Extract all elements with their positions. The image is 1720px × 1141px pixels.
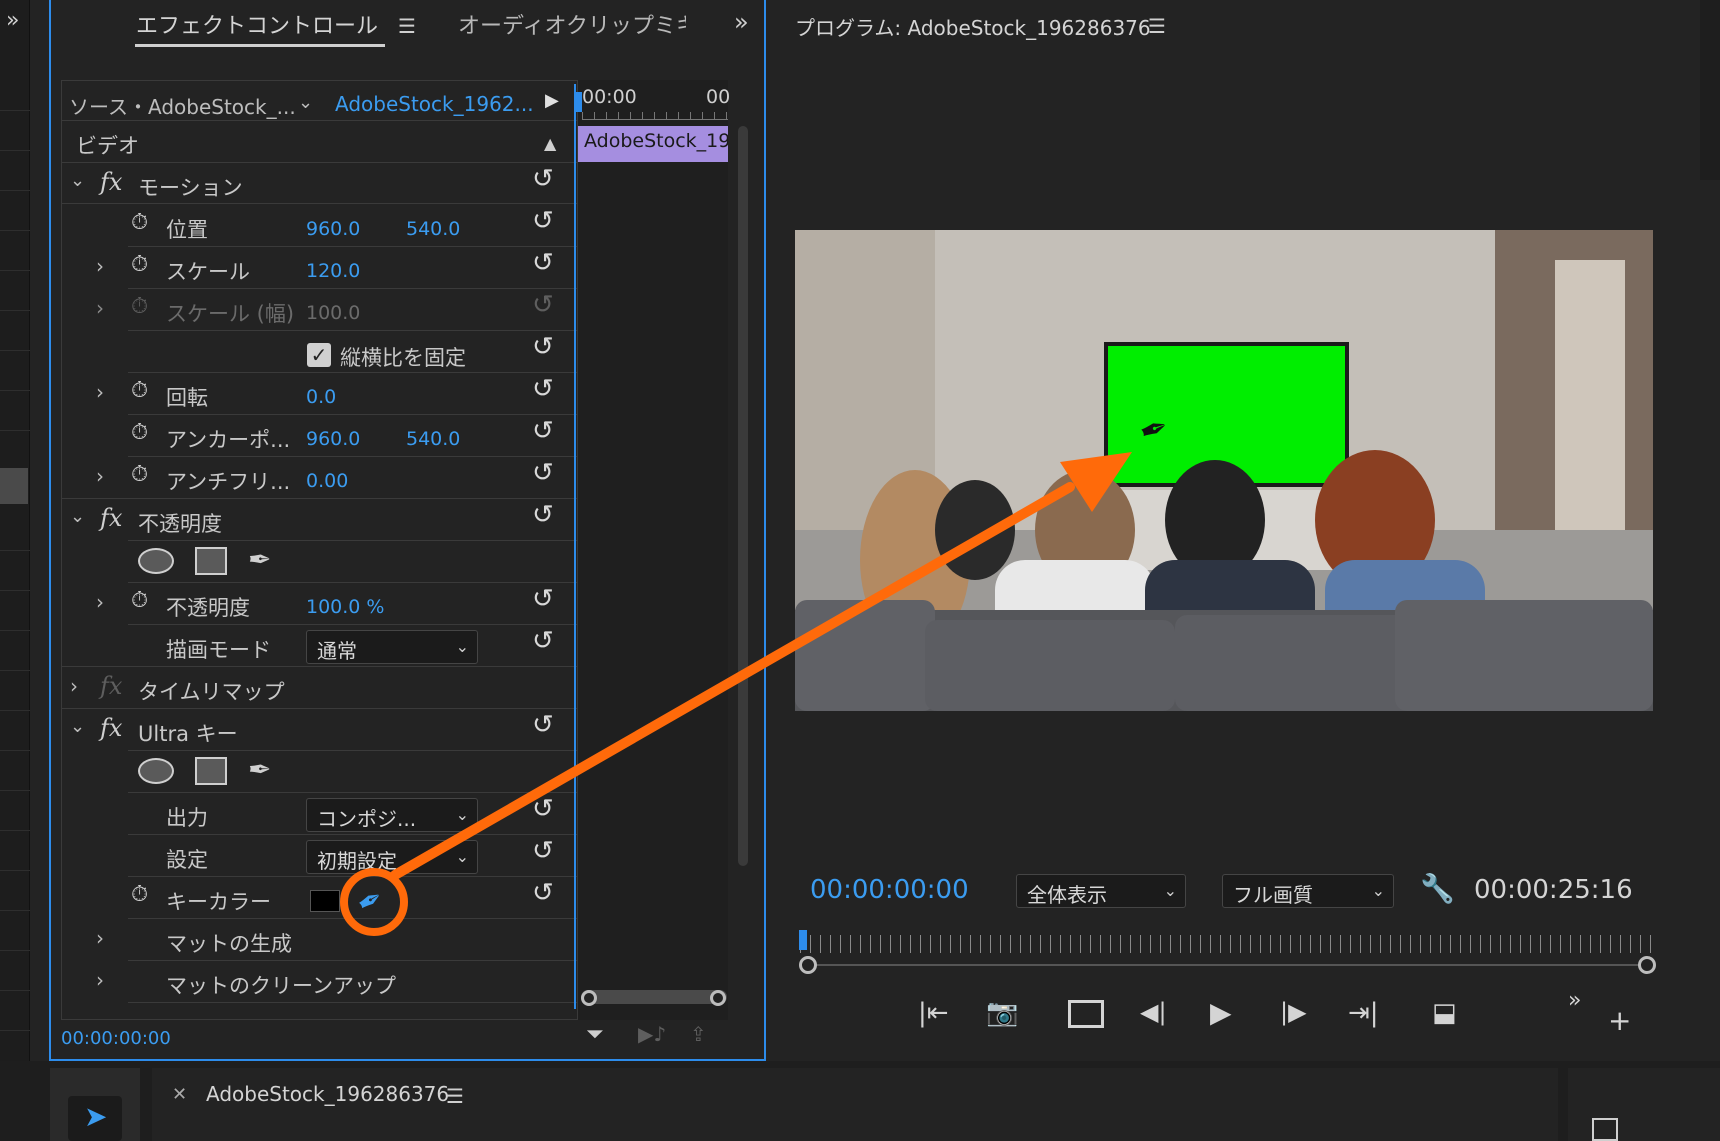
- annotation-overlay: [340, 452, 1132, 936]
- annotation-arrow-head: [1060, 452, 1132, 512]
- annotation-arrow-line: [390, 482, 1075, 880]
